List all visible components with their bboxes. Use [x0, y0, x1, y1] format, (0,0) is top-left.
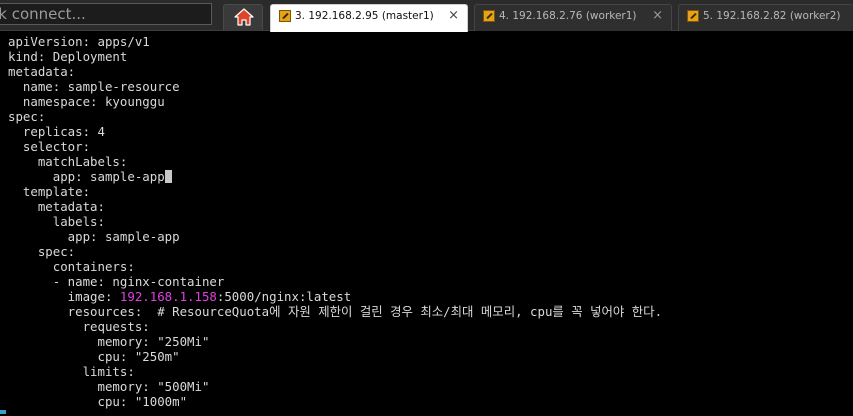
ip-address-highlight: 192.168.1.158 [119, 289, 217, 304]
terminal-line: namespace: kyounggu [8, 94, 165, 109]
terminal-line: memory: "250Mi" [8, 334, 210, 349]
terminal-session-icon [687, 10, 699, 22]
tab-label: 4. 192.168.2.76 (worker1) [499, 10, 637, 22]
tab-bar: ck connect... 3. 192.168.2.95 (master1) … [0, 0, 853, 32]
quick-connect-input[interactable]: ck connect... [0, 3, 212, 25]
tab-worker1[interactable]: 4. 192.168.2.76 (worker1) × [474, 4, 672, 31]
terminal-line: metadata: [8, 64, 76, 79]
terminal-line: replicas: 4 [8, 124, 105, 139]
terminal-line: app: sample-app [8, 229, 180, 244]
quick-connect-text: ck connect... [0, 5, 86, 23]
terminal-line: memory: "500Mi" [8, 379, 210, 394]
terminal-line: app: sample-app [8, 169, 172, 184]
close-icon[interactable]: × [448, 8, 459, 23]
home-icon [234, 8, 254, 26]
terminal-line: - name: nginx-container [8, 274, 225, 289]
terminal-line: cpu: "250m" [8, 349, 180, 364]
tab-worker2[interactable]: 5. 192.168.2.82 (worker2) [678, 4, 853, 31]
terminal-line: requests: [8, 319, 150, 334]
tab-label: 5. 192.168.2.82 (worker2) [703, 10, 841, 22]
terminal-line: matchLabels: [8, 154, 128, 169]
text-cursor [164, 170, 172, 183]
terminal-line: resources: # ResourceQuota에 자원 제한이 걸린 경우… [8, 304, 663, 319]
status-marker [0, 410, 6, 414]
terminal-line: cpu: "1000m" [8, 394, 188, 409]
terminal-line: metadata: [8, 199, 105, 214]
terminal-line: selector: [8, 139, 91, 154]
home-tab[interactable] [223, 4, 263, 30]
terminal-line: labels: [8, 214, 105, 229]
terminal-line: image: 192.168.1.158:5000/nginx:latest [8, 289, 352, 304]
tab-label: 3. 192.168.2.95 (master1) [295, 10, 434, 22]
terminal-session-icon [279, 10, 291, 22]
terminal-output[interactable]: apiVersion: apps/v1 kind: Deployment met… [0, 32, 853, 416]
terminal-line: kind: Deployment [8, 49, 128, 64]
terminal-line: apiVersion: apps/v1 [8, 34, 150, 49]
terminal-line: limits: [8, 364, 135, 379]
terminal-line: containers: [8, 259, 135, 274]
terminal-line: name: sample-resource [8, 79, 180, 94]
tab-master1[interactable]: 3. 192.168.2.95 (master1) × [270, 4, 468, 32]
terminal-line: template: [8, 184, 91, 199]
terminal-line: spec: [8, 244, 76, 259]
terminal-session-icon [483, 10, 495, 22]
terminal-line: spec: [8, 109, 46, 124]
close-icon[interactable]: × [652, 8, 663, 23]
